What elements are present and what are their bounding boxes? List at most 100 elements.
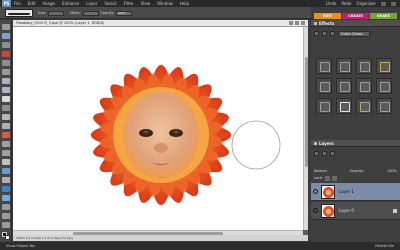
brush-tool-icon[interactable] [2, 168, 10, 174]
tool-options-bar: Size: Mode: Opacity: 100% [0, 7, 311, 19]
shape-tool-icon[interactable] [2, 204, 10, 210]
eraser-tool-icon[interactable] [2, 159, 10, 165]
zoom-tool-icon[interactable] [2, 33, 10, 39]
filters-icon[interactable] [314, 31, 319, 36]
size-label: Size: [38, 11, 47, 15]
vertical-scroll-thumb[interactable] [305, 57, 308, 167]
doc-maximize-icon[interactable] [295, 21, 299, 25]
organizer-button[interactable]: Organizer [356, 1, 376, 6]
layer-row[interactable]: Layer 1 [311, 183, 400, 201]
effect-thumb[interactable] [356, 58, 372, 74]
glow-preview-icon [380, 82, 390, 92]
opacity-field[interactable]: 100% [116, 10, 133, 16]
lasso-tool-icon[interactable] [2, 69, 10, 75]
crop-tool-icon[interactable] [2, 105, 10, 111]
minimize-icon[interactable] [381, 1, 386, 6]
doc-close-icon[interactable] [301, 21, 305, 25]
document-title-bar[interactable]: Flowbaby_0010 R_3.psd @ 100% (Layer 1, R… [13, 20, 308, 27]
effect-thumb[interactable] [336, 98, 352, 114]
effect-thumb[interactable] [316, 58, 332, 74]
blend-mode-select[interactable]: Normal [314, 169, 327, 175]
size-control[interactable]: Size: [38, 10, 65, 16]
effect-thumb[interactable] [376, 98, 392, 114]
eye-icon[interactable] [313, 208, 318, 213]
show-project-bin-button[interactable]: Show Project Bin [6, 242, 35, 250]
effect-thumb[interactable] [376, 58, 392, 74]
menu-edit[interactable]: Edit [28, 0, 36, 7]
layer-row[interactable]: Layer 0 [311, 202, 400, 220]
glow-preview-icon [380, 102, 390, 112]
smart-brush-tool-icon[interactable] [2, 177, 10, 183]
doc-minimize-icon[interactable] [289, 21, 293, 25]
magic-wand-tool-icon[interactable] [2, 78, 10, 84]
mode-control[interactable]: Mode: [70, 10, 99, 16]
canvas[interactable] [13, 27, 303, 230]
lock-all-icon[interactable] [332, 176, 338, 181]
effect-thumb[interactable] [336, 78, 352, 94]
effect-thumb[interactable] [336, 58, 352, 74]
layer-name: Layer 1 [339, 189, 354, 194]
type-tool-icon[interactable] [2, 96, 10, 102]
tab-edit[interactable]: EDIT [314, 13, 341, 19]
document-title: Flowbaby_0010 R_3.psd @ 100% (Layer 1, R… [16, 21, 105, 25]
eye-icon[interactable] [313, 189, 318, 194]
size-field[interactable] [48, 10, 65, 16]
healing-brush-tool-icon[interactable] [2, 141, 10, 147]
vertical-scrollbar[interactable] [303, 27, 308, 230]
new-layer-icon[interactable] [314, 151, 319, 156]
effects-category-select[interactable]: Outer Glows [338, 30, 370, 37]
eyedropper-tool-icon[interactable] [2, 51, 10, 57]
menu-view[interactable]: View [141, 0, 151, 7]
hand-tool-icon[interactable] [2, 42, 10, 48]
photo-effects-icon[interactable] [330, 31, 335, 36]
palette-bin-toggle[interactable]: Palette Bin [375, 242, 394, 250]
redo-button[interactable]: Redo [341, 1, 351, 6]
blur-tool-icon[interactable] [2, 213, 10, 219]
collapse-triangle-icon[interactable] [314, 22, 317, 25]
effect-thumb[interactable] [356, 98, 372, 114]
brush-cursor-circle [231, 120, 281, 170]
effects-panel-header[interactable]: Effects [311, 20, 400, 27]
collapse-triangle-icon[interactable] [314, 142, 317, 145]
tab-share[interactable]: SHARE [370, 13, 397, 19]
clone-stamp-tool-icon[interactable] [2, 150, 10, 156]
glow-preview-icon [320, 82, 330, 92]
paint-bucket-tool-icon[interactable] [2, 186, 10, 192]
menu-help[interactable]: Help [180, 0, 189, 7]
red-eye-tool-icon[interactable] [2, 132, 10, 138]
cookie-cutter-tool-icon[interactable] [2, 114, 10, 120]
layer-styles-icon[interactable] [322, 31, 327, 36]
effect-thumb[interactable] [356, 78, 372, 94]
tab-create[interactable]: CREATE [342, 13, 369, 19]
opacity-control[interactable]: Opacity: 100% [100, 10, 133, 16]
move-tool-icon[interactable] [2, 24, 10, 30]
adjustment-layer-icon[interactable] [322, 151, 327, 156]
glow-preview-icon [320, 102, 330, 112]
brush-preset-picker[interactable] [5, 9, 33, 17]
menu-enhance[interactable]: Enhance [62, 0, 79, 7]
layer-opacity-field[interactable]: 100% [387, 169, 397, 175]
effect-thumb[interactable] [316, 78, 332, 94]
lock-transparency-icon[interactable] [325, 176, 331, 181]
menu-layer[interactable]: Layer [86, 0, 97, 7]
layers-panel-header[interactable]: Layers [311, 140, 400, 147]
toolbox [0, 20, 12, 242]
undo-button[interactable]: Undo [326, 1, 336, 6]
effects-panel-title: Effects [319, 21, 335, 26]
menu-filter[interactable]: Filter [124, 0, 134, 7]
menu-window[interactable]: Window [157, 0, 173, 7]
effect-thumb[interactable] [316, 98, 332, 114]
gradient-tool-icon[interactable] [2, 195, 10, 201]
selection-brush-tool-icon[interactable] [2, 87, 10, 93]
menu-image[interactable]: Image [42, 0, 55, 7]
sponge-tool-icon[interactable] [2, 222, 10, 228]
marquee-tool-icon[interactable] [2, 60, 10, 66]
mode-select[interactable] [82, 10, 99, 16]
effect-thumb[interactable] [376, 78, 392, 94]
straighten-tool-icon[interactable] [2, 123, 10, 129]
delete-layer-icon[interactable] [330, 151, 335, 156]
menu-select[interactable]: Select [104, 0, 116, 7]
menu-file[interactable]: File [14, 0, 21, 7]
background-color-swatch[interactable] [5, 235, 10, 240]
close-icon[interactable] [391, 1, 396, 6]
